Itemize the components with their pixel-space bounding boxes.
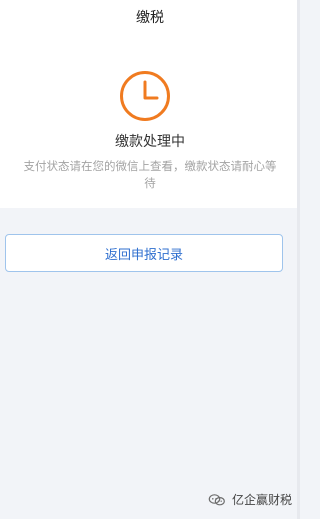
status-panel: 缴税 缴款处理中 支付状态请在您的微信上查看，缴款状态请耐心等待 xyxy=(0,0,300,208)
watermark-text: 亿企赢财税 xyxy=(231,493,292,507)
clock-icon xyxy=(120,71,170,121)
page-title: 缴税 xyxy=(136,10,164,26)
return-to-declaration-records-button[interactable]: 返回申报记录 xyxy=(5,234,283,272)
status-description: 支付状态请在您的微信上查看，缴款状态请耐心等待 xyxy=(23,159,277,190)
edge-divider xyxy=(297,0,300,519)
payment-status-screen: 缴税 缴款处理中 支付状态请在您的微信上查看，缴款状态请耐心等待 返回申报记录 … xyxy=(0,0,300,519)
status-title: 缴款处理中 xyxy=(115,134,185,150)
wechat-icon xyxy=(208,493,225,505)
watermark: 亿企赢财税 xyxy=(208,491,292,508)
